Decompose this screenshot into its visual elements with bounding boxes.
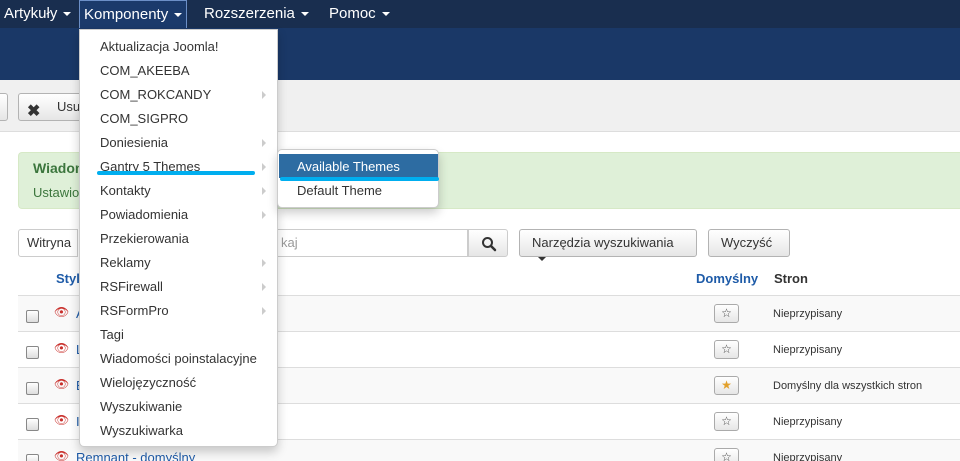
menu-item-rsfirewall[interactable]: RSFirewall — [100, 279, 163, 294]
eye-slash-icon: 👁 — [54, 377, 70, 391]
star-icon[interactable]: ☆ — [714, 304, 739, 323]
nav-artykuly[interactable]: Artykuły — [0, 0, 75, 28]
delete-button-label: Usu — [57, 99, 81, 114]
menu-item-kontakty[interactable]: Kontakty — [100, 183, 151, 198]
eye-slash-icon: 👁 — [54, 449, 70, 461]
column-header-style[interactable]: Styl — [56, 271, 80, 286]
row-style-link[interactable]: Remnant - domyślny — [76, 450, 195, 461]
caret-down-icon — [538, 256, 546, 261]
close-icon: ✖ — [27, 103, 41, 120]
star-icon[interactable]: ☆ — [714, 448, 739, 461]
caret-down-icon — [63, 12, 72, 17]
row-pages: Nieprzypisany — [773, 308, 843, 320]
client-filter-select[interactable]: Witryna — [18, 229, 78, 257]
chevron-right-icon — [262, 139, 266, 147]
chevron-right-icon — [262, 211, 266, 219]
menu-item-wiadomosci[interactable]: Wiadomości poinstalacyjne — [100, 351, 257, 366]
alert-text: Ustawio — [33, 185, 80, 200]
star-icon[interactable]: ☆ — [714, 340, 739, 359]
search-icon — [482, 237, 497, 252]
row-checkbox[interactable] — [26, 346, 39, 359]
star-filled-icon[interactable]: ★ — [714, 376, 739, 395]
chevron-right-icon — [262, 259, 266, 267]
caret-down-icon — [300, 12, 309, 17]
chevron-right-icon — [262, 187, 266, 195]
row-checkbox[interactable] — [26, 454, 39, 461]
menu-item-reklamy[interactable]: Reklamy — [100, 255, 151, 270]
annotation-underline — [97, 171, 255, 175]
menu-item-wyszukiwarka[interactable]: Wyszukiwarka — [100, 423, 183, 438]
row-pages: Domyślny dla wszystkich stron — [773, 380, 923, 392]
row-pages: Nieprzypisany — [773, 452, 843, 461]
search-tools-button[interactable]: Narzędzia wyszukiwania — [519, 229, 697, 261]
chevron-right-icon — [262, 283, 266, 291]
toolbar-button-partial[interactable] — [0, 93, 8, 121]
menu-item-tagi[interactable]: Tagi — [100, 327, 124, 342]
nav-pomoc-label: Pomoc — [329, 5, 376, 22]
eye-slash-icon: 👁 — [54, 413, 70, 427]
annotation-underline — [280, 177, 439, 181]
nav-pomoc[interactable]: Pomoc — [325, 0, 394, 28]
chevron-right-icon — [262, 307, 266, 315]
column-header-default[interactable]: Domyślny — [696, 271, 758, 286]
menu-item-com-rokcandy[interactable]: COM_ROKCANDY — [100, 87, 211, 102]
menu-item-doniesienia[interactable]: Doniesienia — [100, 135, 168, 150]
menu-item-com-akeeba[interactable]: COM_AKEEBA — [100, 63, 190, 78]
menu-item-wyszukiwanie[interactable]: Wyszukiwanie — [100, 399, 182, 414]
row-checkbox[interactable] — [26, 418, 39, 431]
chevron-right-icon — [262, 163, 266, 171]
clear-label: Wyczyść — [721, 235, 773, 250]
row-pages: Nieprzypisany — [773, 416, 843, 428]
menu-item-com-sigpro[interactable]: COM_SIGPRO — [100, 111, 188, 126]
nav-komponenty[interactable]: Komponenty — [79, 0, 188, 29]
submenu-item-default-theme[interactable]: Default Theme — [297, 183, 382, 198]
clear-button[interactable]: Wyczyść — [708, 229, 790, 257]
row-checkbox[interactable] — [26, 310, 39, 323]
chevron-right-icon — [262, 91, 266, 99]
search-input[interactable]: kaj — [277, 229, 468, 257]
nav-rozszerzenia-label: Rozszerzenia — [204, 5, 295, 22]
komponenty-dropdown-menu: Aktualizacja Joomla! COM_AKEEBA COM_ROKC… — [79, 29, 278, 447]
star-icon[interactable]: ☆ — [714, 412, 739, 431]
caret-down-icon — [381, 12, 390, 17]
row-pages: Nieprzypisany — [773, 344, 843, 356]
row-checkbox[interactable] — [26, 382, 39, 395]
submenu-item-available-themes[interactable]: Available Themes — [297, 159, 400, 174]
column-header-pages: Stron — [774, 271, 808, 286]
nav-rozszerzenia[interactable]: Rozszerzenia — [200, 0, 313, 28]
caret-down-icon — [174, 13, 183, 18]
search-button[interactable] — [468, 229, 508, 257]
menu-item-powiadomienia[interactable]: Powiadomienia — [100, 207, 188, 222]
menu-item-aktualizacja[interactable]: Aktualizacja Joomla! — [100, 39, 219, 54]
search-tools-label: Narzędzia wyszukiwania — [532, 235, 674, 250]
eye-slash-icon: 👁 — [54, 305, 70, 319]
menu-item-przekierowania[interactable]: Przekierowania — [100, 231, 189, 246]
nav-komponenty-label: Komponenty — [84, 6, 169, 23]
eye-slash-icon: 👁 — [54, 341, 70, 355]
menu-item-wielojezycznosc[interactable]: Wielojęzyczność — [100, 375, 196, 390]
menu-item-rsformpro[interactable]: RSFormPro — [100, 303, 169, 318]
nav-artykuly-label: Artykuły — [4, 5, 58, 22]
top-navbar: Artykuły Komponenty Rozszerzenia Pomoc — [0, 0, 960, 29]
